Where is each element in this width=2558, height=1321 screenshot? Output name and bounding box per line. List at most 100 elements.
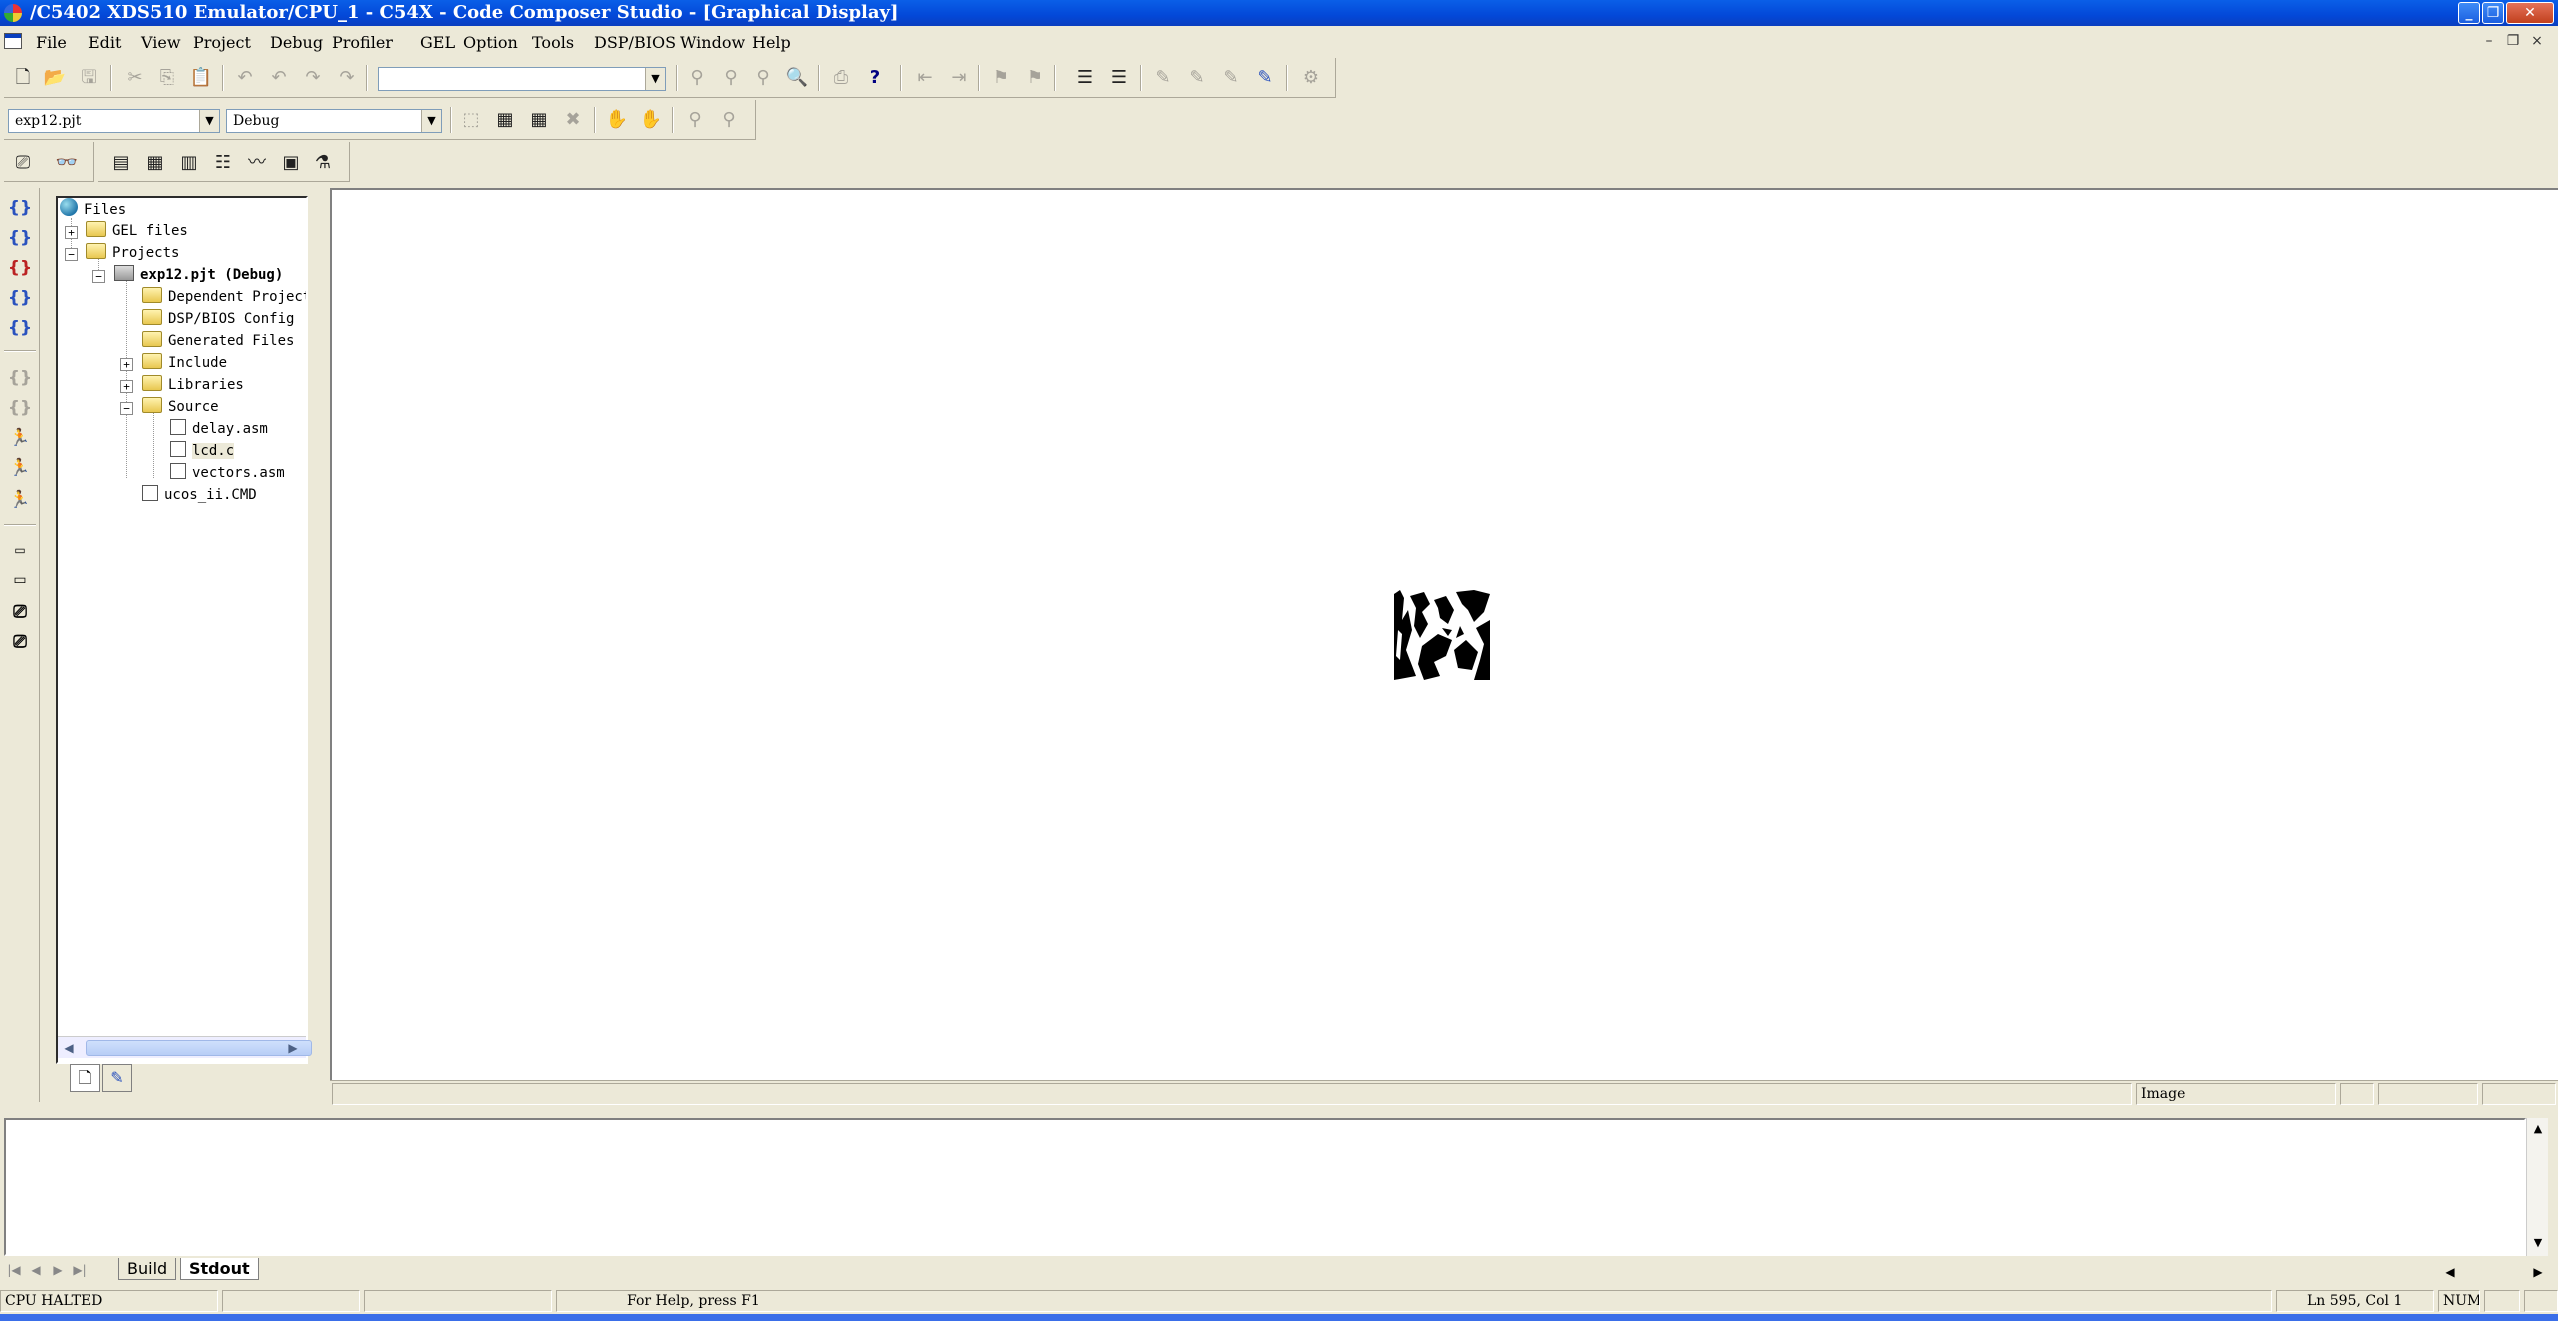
tree-item-gel-files[interactable]: GEL files	[86, 220, 188, 242]
close-button[interactable]: ✕	[2506, 2, 2554, 24]
tab-last-icon[interactable]: ▶|	[70, 1260, 90, 1280]
mdi-restore-button[interactable]: ❐	[2504, 32, 2522, 50]
scroll-right-icon[interactable]: ▶	[2528, 1262, 2548, 1282]
go-to-line-icon[interactable]: ☰	[1106, 65, 1132, 91]
compile-file-icon[interactable]: ⬚	[458, 107, 484, 133]
menu-help[interactable]: Help	[752, 33, 791, 52]
tree-item-project[interactable]: exp12.pjt (Debug)	[114, 264, 283, 286]
asm-step-into-icon[interactable]: {}	[6, 364, 34, 392]
find-next-icon[interactable]: ⚲	[684, 65, 710, 91]
rebuild-all-icon[interactable]: ▦	[526, 107, 552, 133]
minimize-button[interactable]: _	[2458, 2, 2480, 24]
breakpoint-hand-icon[interactable]: ✋	[604, 107, 630, 133]
build-config-combo[interactable]: Debug ▼	[226, 109, 442, 133]
probe-add-icon[interactable]: ✎	[1184, 65, 1210, 91]
print-icon[interactable]: ⎙	[828, 65, 854, 91]
app-icon[interactable]	[4, 4, 22, 22]
menu-file[interactable]: File	[36, 33, 67, 52]
tab-prev-icon[interactable]: ◀	[26, 1260, 46, 1280]
find-combo[interactable]: ▼	[378, 67, 666, 91]
remove-breakpoints-icon[interactable]: ⚑	[1022, 65, 1048, 91]
mdi-minimize-button[interactable]: –	[2480, 32, 2498, 50]
output-window[interactable]	[4, 1118, 2526, 1256]
collapse-project-icon[interactable]: −	[92, 270, 105, 283]
tree-horizontal-scrollbar[interactable]: ◀ ▶	[58, 1036, 312, 1058]
redo-icon[interactable]: ↷	[300, 65, 326, 91]
scroll-up-icon[interactable]: ▲	[2529, 1120, 2547, 1138]
collapse-source-icon[interactable]: −	[120, 402, 133, 415]
registers-window-icon[interactable]: ▭	[6, 536, 34, 564]
watch-glasses-icon[interactable]: 👓	[54, 150, 80, 176]
indent-icon[interactable]: ⇥	[946, 65, 972, 91]
graph-window-icon[interactable]: ⎚	[6, 598, 34, 626]
copy-icon[interactable]: ⎘	[154, 65, 180, 91]
scroll-left-icon[interactable]: ◀	[2440, 1262, 2460, 1282]
incremental-build-icon[interactable]: ▦	[492, 107, 518, 133]
mixed-mode-icon[interactable]: ☰	[1072, 65, 1098, 91]
call-stack-icon[interactable]: ☷	[210, 150, 236, 176]
scroll-left-icon[interactable]: ◀	[60, 1039, 78, 1057]
save-icon[interactable]: 🖫	[76, 65, 102, 91]
title-bar[interactable]: /C5402 XDS510 Emulator/CPU_1 - C54X - Co…	[0, 0, 2558, 26]
menu-project[interactable]: Project	[193, 33, 251, 52]
expand-include-icon[interactable]: +	[120, 358, 133, 371]
expand-libraries-icon[interactable]: +	[120, 380, 133, 393]
graph-icon[interactable]: 〰	[244, 150, 270, 176]
chevron-down-icon[interactable]: ▼	[199, 110, 219, 132]
tab-next-icon[interactable]: ▶	[48, 1260, 68, 1280]
bookmark-view-tab-icon[interactable]: ✎	[102, 1064, 132, 1092]
new-file-icon[interactable]: 🗋	[10, 65, 36, 91]
tree-root-files[interactable]: Files	[60, 198, 126, 220]
output-horizontal-scrollbar[interactable]: ◀ ▶	[2440, 1262, 2552, 1280]
tab-build[interactable]: Build	[118, 1258, 177, 1280]
tree-item-vectors-asm[interactable]: vectors.asm	[170, 462, 285, 484]
outdent-icon[interactable]: ⇤	[912, 65, 938, 91]
help-icon[interactable]: ?	[862, 65, 888, 91]
output-vertical-scrollbar[interactable]: ▲ ▼	[2526, 1118, 2548, 1256]
find-in-files-icon[interactable]: 🔍	[784, 65, 810, 91]
paste-icon[interactable]: 📋	[188, 65, 214, 91]
tree-item-source[interactable]: Source	[142, 396, 219, 418]
animate-icon[interactable]: 🏃	[6, 486, 34, 514]
menu-window[interactable]: Window	[680, 33, 745, 52]
probe-remove-icon[interactable]: ✎	[1218, 65, 1244, 91]
halt-icon[interactable]: 🏃	[6, 454, 34, 482]
tree-item-dspbios-config[interactable]: DSP/BIOS Config	[142, 308, 294, 330]
cut-icon[interactable]: ✂	[122, 65, 148, 91]
set-pc-icon[interactable]: {}	[6, 314, 34, 342]
watch-window-icon[interactable]: ▭	[6, 566, 34, 594]
stop-build-icon[interactable]: ✖	[560, 107, 586, 133]
tree-item-generated-files[interactable]: Generated Files	[142, 330, 294, 352]
menu-edit[interactable]: Edit	[88, 33, 121, 52]
view-memory-icon[interactable]: ⎚	[10, 150, 36, 176]
open-icon[interactable]: 📂	[42, 65, 68, 91]
document-window-icon[interactable]	[4, 33, 22, 49]
graphical-display[interactable]	[330, 188, 2558, 1080]
scroll-thumb[interactable]	[86, 1040, 312, 1056]
project-tree[interactable]: Files + GEL files − Projects − exp12.pjt…	[56, 196, 308, 1064]
scroll-right-icon[interactable]: ▶	[284, 1039, 302, 1057]
toggle-bookmark-icon[interactable]: ⚲	[750, 65, 776, 91]
toggle-breakpoint-icon[interactable]: ⚑	[988, 65, 1014, 91]
image-view-icon[interactable]: ▣	[278, 150, 304, 176]
probe-point-icon[interactable]: ✎	[1150, 65, 1176, 91]
probe-clear-icon[interactable]: ⚲	[716, 107, 742, 133]
memory-window-icon[interactable]: ▦	[142, 150, 168, 176]
registers-icon[interactable]: ▤	[108, 150, 134, 176]
run-icon[interactable]: 🏃	[6, 424, 34, 452]
collapse-projects-icon[interactable]: −	[65, 248, 78, 261]
menu-gel[interactable]: GEL	[420, 33, 455, 52]
mdi-close-button[interactable]: ×	[2528, 32, 2546, 50]
step-over-icon[interactable]: {}	[6, 224, 34, 252]
menu-tools[interactable]: Tools	[532, 33, 574, 52]
menu-profiler[interactable]: Profiler	[332, 33, 393, 52]
run-to-cursor-icon[interactable]: {}	[6, 284, 34, 312]
tree-item-cmd-file[interactable]: ucos_ii.CMD	[142, 484, 257, 506]
chevron-down-icon[interactable]: ▼	[645, 68, 665, 90]
tab-first-icon[interactable]: |◀	[4, 1260, 24, 1280]
tree-item-dependent-projects[interactable]: Dependent Projects	[142, 286, 306, 308]
menu-debug[interactable]: Debug	[270, 33, 323, 52]
remove-all-breakpoints-icon[interactable]: ✋	[638, 107, 664, 133]
step-into-icon[interactable]: {}	[6, 194, 34, 222]
menu-view[interactable]: View	[141, 33, 181, 52]
